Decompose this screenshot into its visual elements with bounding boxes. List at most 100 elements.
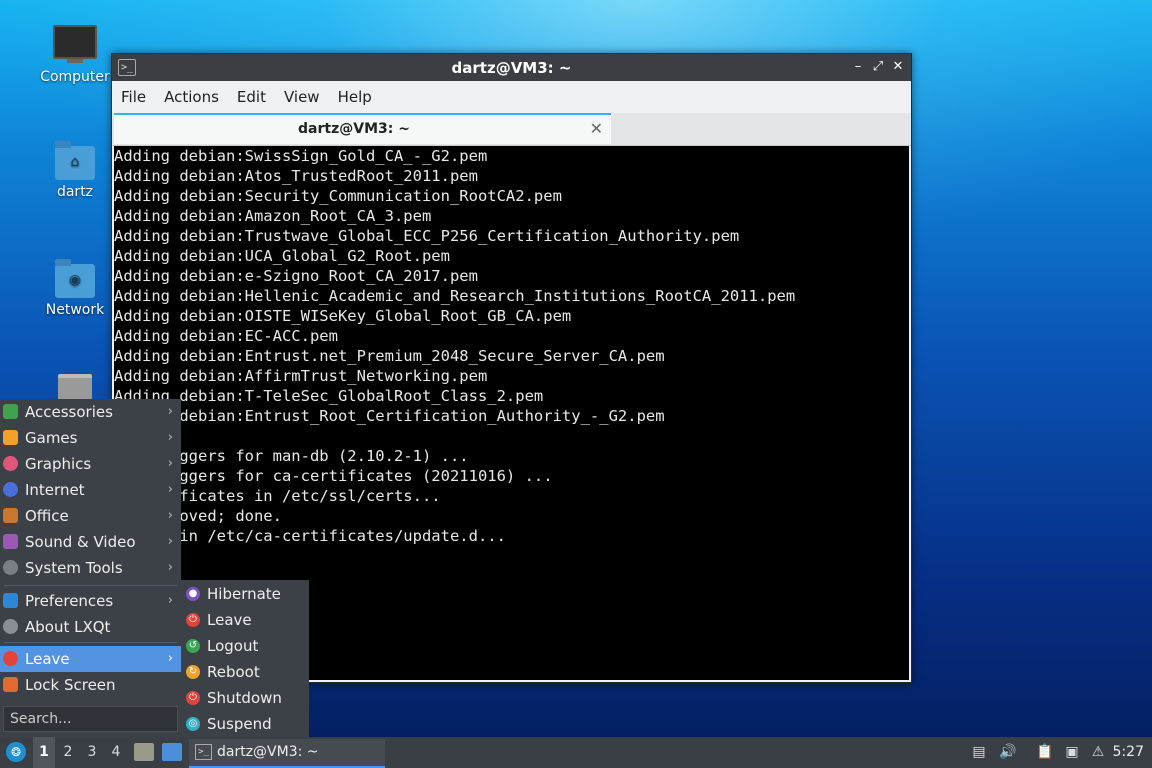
clipboard-icon[interactable]: 📋 [1036,743,1054,761]
lock-icon [3,677,18,692]
desktop-icon-network[interactable]: ◉ Network [35,259,115,318]
power-icon [3,651,18,666]
workspace-4[interactable]: 4 [105,737,127,768]
submenu-item-leave[interactable]: ⏻ Leave [181,607,309,633]
graphics-icon [3,456,18,471]
restore-icon[interactable]: ⤢ [869,58,887,76]
taskbar-item-label: dartz@VM3: ~ [217,744,319,760]
terminal-tab[interactable]: dartz@VM3: ~ ✕ [114,113,611,144]
terminal-line: ing triggers for ca-certificates (202110… [114,467,553,485]
menu-help[interactable]: Help [329,81,381,113]
notification-icon[interactable]: ⚠ [1089,743,1107,761]
search-input[interactable]: Search... [3,706,178,732]
show-desktop-icon[interactable] [162,743,182,761]
desktop-icon-home[interactable]: ⌂ dartz [35,141,115,200]
file-manager-icon[interactable] [134,743,154,761]
submenu-item-label: Leave [207,611,252,629]
terminal-line: Adding debian:Trustwave_Global_ECC_P256_… [114,227,740,245]
submenu-item-suspend[interactable]: ◎ Suspend [181,711,309,737]
removable-media-icon[interactable]: ▤ [970,743,988,761]
chevron-right-icon: › [167,456,173,471]
start-menu: Accessories › Games › Graphics › Interne… [0,399,181,737]
leave-submenu: ● Hibernate ⏻ Leave ↺ Logout ↻ Reboot ⏻ … [181,580,309,737]
tab-close-icon[interactable]: ✕ [590,119,603,138]
workspace-2[interactable]: 2 [57,737,79,768]
menu-item-accessories[interactable]: Accessories › [0,399,181,425]
volume-icon[interactable]: 🔊 [999,743,1017,761]
computer-icon [53,25,97,63]
submenu-item-reboot[interactable]: ↻ Reboot [181,659,309,685]
menu-item-leave[interactable]: Leave › [0,646,181,672]
window-title: dartz@VM3: ~ [451,59,572,77]
submenu-item-shutdown[interactable]: ⏻ Shutdown [181,685,309,711]
terminal-line: , 0 removed; done. [114,507,282,525]
submenu-item-hibernate[interactable]: ● Hibernate [181,581,309,607]
terminal-line: Adding debian:T-TeleSec_GlobalRoot_Class… [114,387,544,405]
network-icon[interactable]: ▣ [1063,743,1081,761]
menu-item-about[interactable]: About LXQt [0,614,181,640]
close-icon[interactable]: ✕ [889,58,907,76]
tab-title: dartz@VM3: ~ [298,121,410,137]
menu-item-label: Games [25,429,78,447]
menu-item-sound-video[interactable]: Sound & Video › [0,529,181,555]
terminal-line: Adding debian:Atos_TrustedRoot_2011.pem [114,167,478,185]
menu-item-label: Leave [25,650,70,668]
clock[interactable]: 5:27 [1113,737,1144,768]
minimize-icon[interactable]: – [849,58,867,76]
taskbar-item-terminal[interactable]: >_ dartz@VM3: ~ [189,739,385,768]
submenu-item-label: Suspend [207,715,272,733]
workspace-1[interactable]: 1 [33,737,55,768]
desktop-icon-computer[interactable]: Computer [35,25,115,85]
tab-bar: dartz@VM3: ~ ✕ [112,113,911,146]
sound-video-icon [3,534,18,549]
menu-item-label: Lock Screen [25,676,116,694]
terminal-line: hooks in /etc/ca-certificates/update.d..… [114,527,506,545]
hibernate-icon: ● [186,587,200,601]
menu-item-lock-screen[interactable]: Lock Screen [0,672,181,698]
chevron-right-icon: › [167,430,173,445]
menu-item-label: Sound & Video [25,533,136,551]
terminal-line: Adding debian:SwissSign_Gold_CA_-_G2.pem [114,147,488,165]
chevron-right-icon: › [167,651,173,666]
menu-item-internet[interactable]: Internet › [0,477,181,503]
chevron-right-icon: › [167,534,173,549]
menu-item-system-tools[interactable]: System Tools › [0,555,181,581]
menu-item-label: Accessories [25,403,113,421]
window-titlebar[interactable]: >_ dartz@VM3: ~ – ⤢ ✕ [112,54,911,81]
terminal-line: Adding debian:AffirmTrust_Networking.pem [114,367,488,385]
workspace-3[interactable]: 3 [81,737,103,768]
menu-item-games[interactable]: Games › [0,425,181,451]
terminal-line: Adding debian:Security_Communication_Roo… [114,187,562,205]
chevron-right-icon: › [167,593,173,608]
accessories-icon [3,404,18,419]
shutdown-icon: ⏻ [186,691,200,705]
leave-icon: ⏻ [186,613,200,627]
menu-view[interactable]: View [275,81,329,113]
terminal-line: Adding debian:Entrust_Root_Certification… [114,407,665,425]
submenu-item-logout[interactable]: ↺ Logout [181,633,309,659]
info-icon [3,619,18,634]
menu-item-office[interactable]: Office › [0,503,181,529]
menu-edit[interactable]: Edit [228,81,275,113]
logout-icon: ↺ [186,639,200,653]
desktop-icon-label: dartz [56,184,94,200]
terminal-line: Adding debian:Hellenic_Academic_and_Rese… [114,287,796,305]
submenu-item-label: Shutdown [207,689,282,707]
menu-actions[interactable]: Actions [155,81,228,113]
reboot-icon: ↻ [186,665,200,679]
menu-item-label: Graphics [25,455,92,473]
terminal-line: Adding debian:Entrust.net_Premium_2048_S… [114,347,665,365]
submenu-item-label: Logout [207,637,259,655]
system-tools-icon [3,560,18,575]
menu-item-graphics[interactable]: Graphics › [0,451,181,477]
menu-file[interactable]: File [112,81,155,113]
menu-bar: File Actions Edit View Help [112,81,911,113]
submenu-item-label: Hibernate [207,585,281,603]
menu-item-label: System Tools [25,559,123,577]
office-icon [3,508,18,523]
menu-item-preferences[interactable]: Preferences › [0,588,181,614]
terminal-line: Adding debian:e-Szigno_Root_CA_2017.pem [114,267,478,285]
network-folder-icon: ◉ [55,259,95,298]
main-menu-button[interactable]: ❂ [6,742,26,762]
terminal-line: ing triggers for man-db (2.10.2-1) ... [114,447,469,465]
